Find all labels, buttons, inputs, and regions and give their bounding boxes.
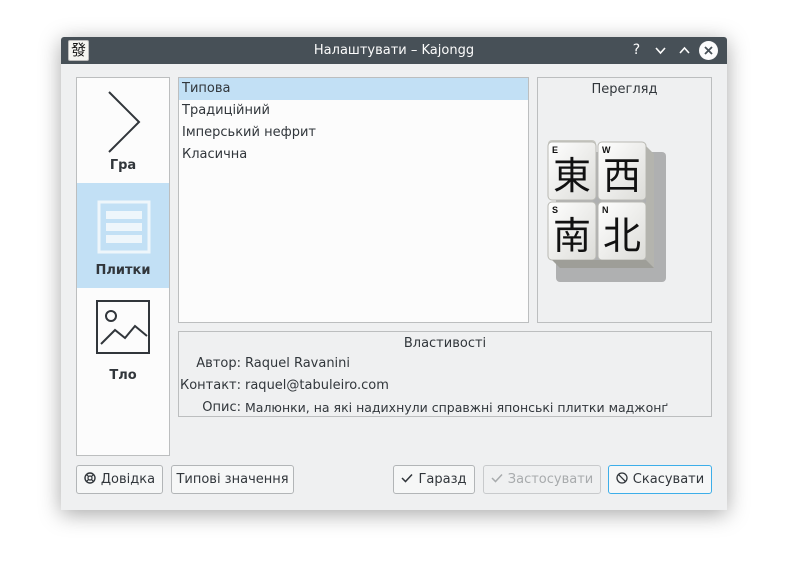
lifebuoy-icon: [84, 466, 96, 493]
description-label: Опис:: [202, 400, 241, 415]
preview-title: Перегляд: [591, 82, 658, 97]
description-value: Малюнки, на які надихнули справжні японс…: [245, 400, 668, 415]
tileset-list[interactable]: Типова Традиційний Імперський нефрит Кла…: [178, 77, 529, 323]
maximize-button[interactable]: [675, 41, 694, 60]
sidebar-item-background[interactable]: Тло: [77, 288, 169, 393]
list-item[interactable]: Класична: [179, 144, 528, 166]
ok-button[interactable]: Гаразд: [393, 465, 475, 494]
check-icon: [491, 466, 503, 493]
author-row: Автор: Raquel Ravanini: [179, 354, 711, 374]
contact-value: raquel@tabuleiro.com: [245, 378, 389, 393]
contact-row: Контакт: raquel@tabuleiro.com: [179, 376, 711, 396]
tile-glyph: 南: [553, 214, 591, 258]
defaults-button-label: Типові значення: [176, 472, 289, 487]
sidebar-item-label: Плитки: [95, 263, 151, 278]
description-row: Опис: Малюнки, на які надихнули справжні…: [179, 398, 711, 418]
tiles-preview-image: E 東 W 西 S 南 N 北: [547, 140, 666, 282]
tile-east: E 東: [547, 140, 597, 201]
sidebar-item-game[interactable]: Гра: [77, 78, 169, 183]
help-button-label: Довідка: [100, 472, 156, 487]
help-button[interactable]: Довідка: [76, 465, 163, 494]
contact-label: Контакт:: [179, 378, 241, 393]
tile-glyph: 東: [553, 154, 591, 198]
defaults-button[interactable]: Типові значення: [171, 465, 294, 494]
tile-glyph: 北: [603, 214, 641, 258]
sidebar-item-tiles[interactable]: Плитки: [77, 183, 169, 288]
cancel-button-label: Скасувати: [632, 472, 705, 487]
ok-button-label: Гаразд: [418, 472, 467, 487]
chevron-down-icon: [655, 47, 666, 55]
minimize-button[interactable]: [651, 41, 670, 60]
settings-dialog: 發 Налаштувати – Kajongg ? Гра Плитки Тло…: [61, 37, 727, 510]
author-value: Raquel Ravanini: [245, 356, 351, 371]
apply-button-label: Застосувати: [507, 472, 594, 487]
tiles-icon: [97, 200, 151, 254]
tile-south: S 南: [547, 201, 597, 261]
settings-sidebar: Гра Плитки Тло: [76, 77, 170, 456]
tile-north: N 北: [597, 201, 647, 261]
author-label: Автор:: [196, 356, 241, 371]
tile-glyph: 西: [603, 154, 641, 198]
apply-button[interactable]: Застосувати: [483, 465, 601, 494]
title-bar[interactable]: 發 Налаштувати – Kajongg ?: [61, 37, 727, 64]
cancel-button[interactable]: Скасувати: [608, 465, 712, 494]
cancel-icon: [616, 466, 628, 493]
properties-group: Властивості Автор: Raquel Ravanini Конта…: [178, 331, 712, 417]
list-item[interactable]: Традиційний: [179, 100, 528, 122]
close-button[interactable]: [699, 41, 718, 60]
image-icon: [96, 300, 150, 354]
tile-west: W 西: [597, 141, 647, 201]
chevron-up-icon: [679, 46, 690, 54]
sidebar-item-label: Тло: [109, 368, 137, 383]
list-item[interactable]: Типова: [179, 78, 528, 100]
list-item[interactable]: Імперський нефрит: [179, 122, 528, 144]
preview-panel: Перегляд E 東 W 西 S 南 N 北: [537, 77, 712, 323]
properties-title: Властивості: [403, 336, 487, 351]
chevron-right-icon: [108, 91, 141, 153]
sidebar-item-label: Гра: [109, 158, 137, 173]
check-icon: [401, 466, 414, 493]
close-icon: [704, 46, 713, 55]
help-icon[interactable]: ?: [627, 41, 646, 60]
